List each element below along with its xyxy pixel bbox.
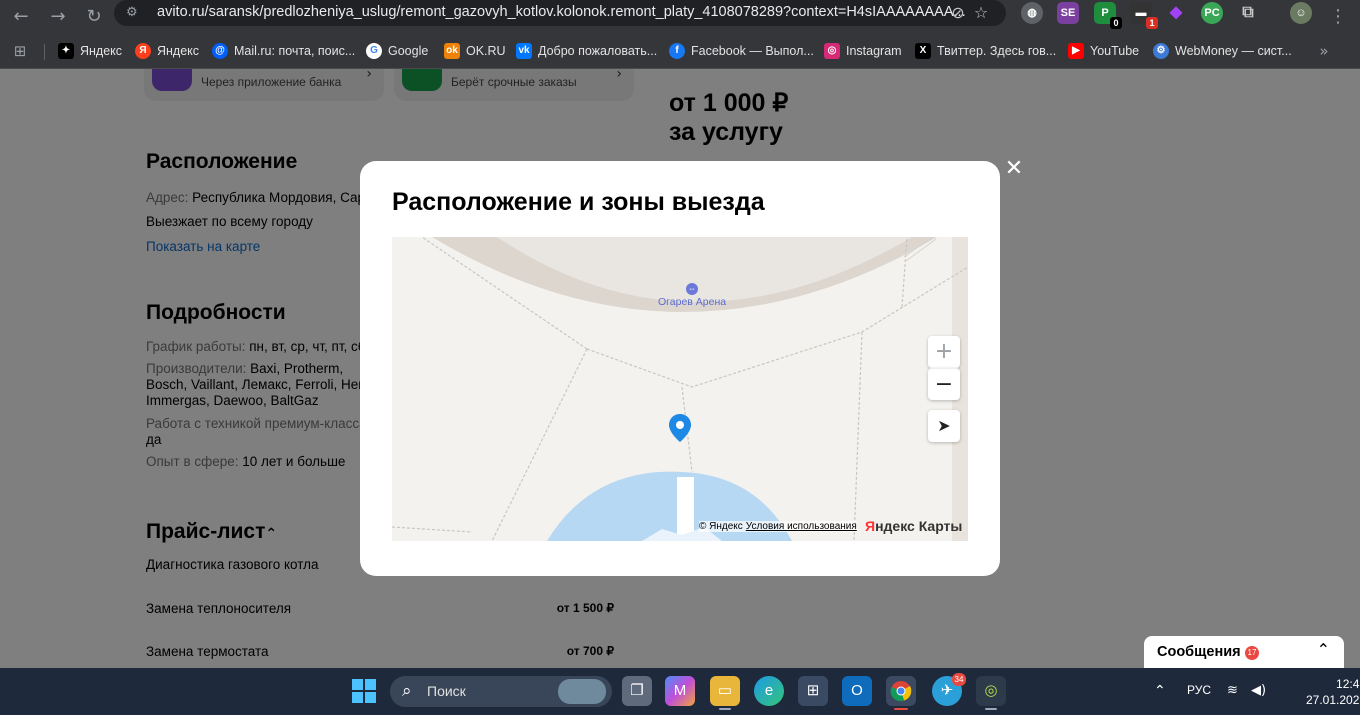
mailru-icon: @	[212, 43, 228, 59]
store-icon[interactable]: ⊞	[798, 676, 828, 706]
chrome-logo-icon	[890, 681, 912, 702]
bookmark-item[interactable]: G Google	[366, 40, 428, 62]
bookmarks-divider	[44, 44, 45, 60]
extensions-puzzle-icon[interactable]: ⧉	[1237, 2, 1259, 24]
windows-start-icon[interactable]	[349, 676, 379, 706]
search-placeholder: Поиск	[427, 683, 466, 699]
globe-extension-icon[interactable]: ◍	[1021, 2, 1043, 24]
chevron-up-icon[interactable]: ⌃	[1317, 640, 1330, 659]
x-icon: X	[915, 43, 931, 59]
instagram-icon: ◎	[824, 43, 840, 59]
app-ring-icon[interactable]: ◎	[976, 676, 1006, 710]
search-highlight-image	[558, 679, 606, 704]
taskbar-search[interactable]: ⌕ Поиск	[390, 676, 612, 707]
apps-grid-icon[interactable]: ⊞	[6, 37, 34, 65]
site-info-icon[interactable]: ⚙	[126, 5, 142, 21]
taskbar: ⌕ Поиск ❐ M ▭ e ⊞ O ✈ 34 ◎ ⌃ РУС ≋ ◀) 12:…	[0, 668, 1360, 715]
facebook-icon: f	[669, 43, 685, 59]
bookmark-item[interactable]: Я Яндекс	[135, 40, 199, 62]
reload-icon[interactable]: ↻	[80, 3, 108, 31]
messages-count-badge: 17	[1245, 646, 1259, 660]
messages-label: Сообщения	[1157, 644, 1241, 660]
edge-icon[interactable]: e	[754, 676, 784, 706]
news-extension-icon[interactable]: ▬ 1	[1130, 2, 1158, 29]
pc-extension-icon[interactable]: PC	[1201, 2, 1223, 24]
yandex-star-icon: ✦	[58, 43, 74, 59]
clock[interactable]: 12:41 27.01.2026	[1306, 676, 1360, 708]
bookmark-item[interactable]: X Твиттер. Здесь гов...	[915, 40, 1056, 62]
zoom-in-button[interactable]: +	[928, 336, 960, 368]
volume-icon[interactable]: ◀)	[1251, 683, 1266, 698]
chrome-icon[interactable]	[886, 676, 916, 710]
yandex-maps-logo[interactable]: Яндекс Карты	[865, 518, 962, 534]
yandex-y-icon: Я	[135, 43, 151, 59]
messages-widget[interactable]: Сообщения 17 ⌃	[1144, 636, 1344, 668]
map-tiles	[392, 237, 968, 541]
bookmark-item[interactable]: ▶ YouTube	[1068, 40, 1139, 62]
app-running-indicator	[894, 708, 908, 710]
terms-link[interactable]: Условия использования	[746, 521, 857, 532]
extension-badge: 0	[1110, 17, 1122, 29]
map-view[interactable]: ⇔ Огарев Арена + − ➤ © Яндекс Условия исп…	[392, 237, 968, 541]
location-modal: Расположение и зоны выезда ⇔ Огарев Арен…	[360, 161, 1000, 576]
ok-icon: ok	[444, 43, 460, 59]
bookmark-item[interactable]: f Facebook — Выпол...	[669, 40, 814, 62]
bookmark-item[interactable]: vk Добро пожаловать...	[516, 40, 657, 62]
telegram-badge: 34	[952, 673, 966, 686]
zoom-out-button[interactable]: −	[928, 368, 960, 400]
map-copyright: © Яндекс Условия использования	[699, 521, 857, 532]
browser-toolbar: ← → ↻ ⚙ avito.ru/saransk/predlozheniya_u…	[0, 0, 1360, 34]
geolocate-icon[interactable]: ➤	[928, 410, 960, 442]
back-icon[interactable]: ←	[7, 3, 35, 31]
bookmark-item[interactable]: ✦ Яндекс	[58, 40, 122, 62]
vk-icon: vk	[516, 43, 532, 59]
extension-badge: 1	[1146, 17, 1158, 29]
m365-icon[interactable]: M	[665, 676, 695, 706]
p-extension-icon[interactable]: P0	[1094, 2, 1122, 29]
time-text: 12:41	[1336, 677, 1360, 691]
tracking-blocked-icon[interactable]: ⊘	[948, 3, 968, 23]
diamond-extension-icon[interactable]: ◆	[1165, 2, 1187, 24]
app-running-indicator	[719, 708, 731, 710]
address-bar[interactable]: ⚙ avito.ru/saransk/predlozheniya_uslug/r…	[114, 0, 1006, 26]
bookmarks-bar: ⊞ ✦ Яндекс Я Яндекс @ Mail.ru: почта, поис.…	[0, 34, 1360, 69]
tray-overflow-icon[interactable]: ⌃	[1154, 683, 1166, 699]
date-text: 27.01.2026	[1306, 693, 1360, 707]
se-extension-icon[interactable]: SE	[1057, 2, 1079, 24]
forward-icon[interactable]: →	[44, 3, 72, 31]
webmoney-icon: ⚙	[1153, 43, 1169, 59]
windows-logo-icon	[352, 679, 376, 703]
bookmark-item[interactable]: ⚙ WebMoney — сист...	[1153, 40, 1292, 62]
language-indicator[interactable]: РУС	[1187, 683, 1211, 697]
google-icon: G	[366, 43, 382, 59]
bookmark-item[interactable]: @ Mail.ru: почта, поис...	[212, 40, 355, 62]
task-view-icon[interactable]: ❐	[622, 676, 652, 706]
bookmark-star-icon[interactable]: ☆	[971, 3, 991, 23]
more-bookmarks-icon[interactable]: »	[1310, 37, 1338, 65]
wifi-icon[interactable]: ≋	[1227, 683, 1238, 698]
profile-avatar[interactable]: ☺	[1290, 2, 1312, 24]
app-running-indicator	[985, 708, 997, 710]
url-text: avito.ru/saransk/predlozheniya_uslug/rem…	[157, 4, 966, 20]
arena-poi-icon[interactable]: ⇔	[686, 283, 698, 295]
file-explorer-icon[interactable]: ▭	[710, 676, 740, 710]
location-pin-icon[interactable]	[668, 413, 692, 443]
telegram-icon[interactable]: ✈ 34	[932, 673, 966, 706]
search-icon: ⌕	[402, 681, 412, 701]
listing-page: Через приложение банка › Берёт срочные з…	[0, 69, 1360, 668]
close-icon[interactable]: ✕	[1004, 158, 1024, 180]
outlook-icon[interactable]: O	[842, 676, 872, 706]
menu-kebab-icon[interactable]: ⋮	[1324, 3, 1352, 31]
poi-label[interactable]: Огарев Арена	[658, 296, 726, 308]
bookmark-item[interactable]: ◎ Instagram	[824, 40, 902, 62]
modal-title: Расположение и зоны выезда	[392, 188, 765, 216]
youtube-icon: ▶	[1068, 43, 1084, 59]
bookmark-item[interactable]: ok OK.RU	[444, 40, 506, 62]
